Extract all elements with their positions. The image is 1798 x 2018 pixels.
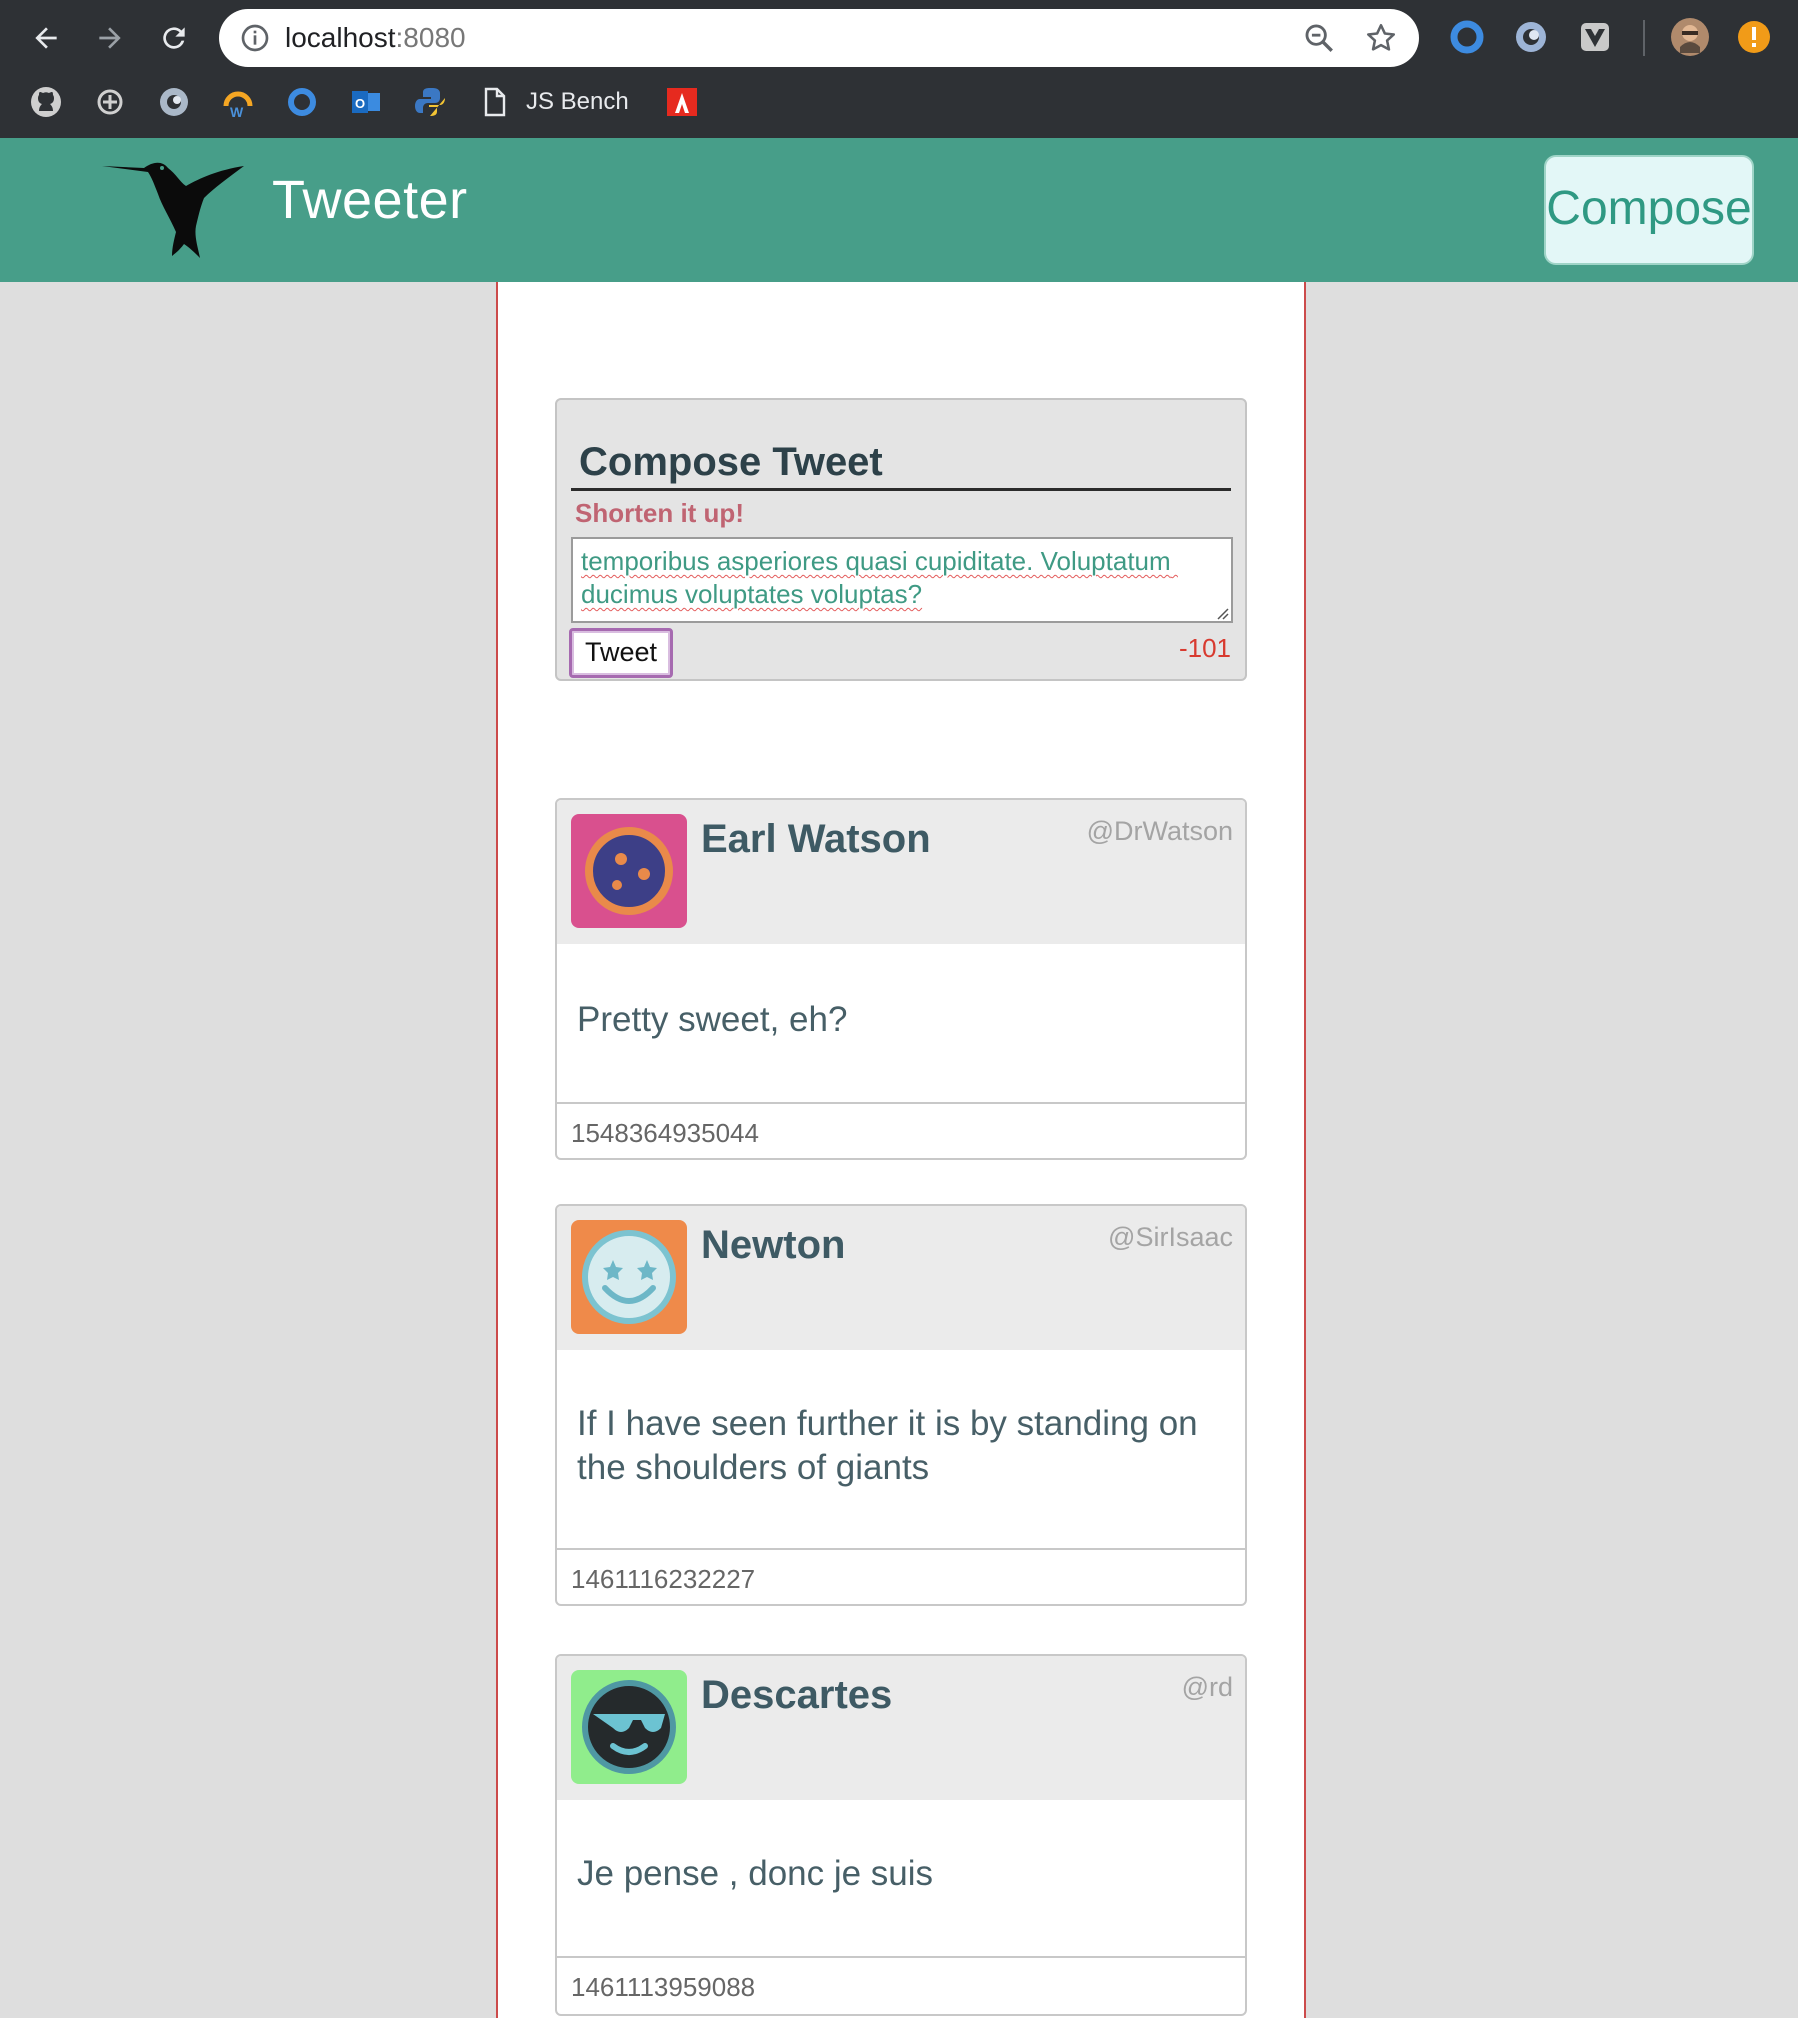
tweet-author-name: Descartes xyxy=(701,1673,893,1717)
blue-ring-bookmark-icon[interactable] xyxy=(284,84,320,120)
back-arrow-icon xyxy=(35,27,57,49)
url-port: :8080 xyxy=(395,22,466,53)
tweet-text: Pretty sweet, eh? xyxy=(577,1000,848,1039)
url-text[interactable]: localhost:8080 xyxy=(285,22,466,54)
back-button[interactable] xyxy=(22,14,70,62)
extension-vuejs-icon[interactable] xyxy=(1575,17,1615,57)
github-bookmark-icon[interactable] xyxy=(28,84,64,120)
compose-tweet-form: Compose Tweet Shorten it up! temporibus … xyxy=(555,398,1247,681)
svg-text:O: O xyxy=(355,96,365,111)
purple-face-avatar-icon xyxy=(571,814,687,928)
toolbar-divider xyxy=(1643,20,1645,56)
tweet-card: Earl Watson @DrWatson Pretty sweet, eh? … xyxy=(555,798,1247,1160)
bookmark-star-icon[interactable] xyxy=(1364,21,1398,55)
forward-button[interactable] xyxy=(86,14,134,62)
reload-icon xyxy=(163,27,185,49)
tweet-author-handle: @rd xyxy=(1181,1672,1233,1702)
resize-grip-icon[interactable] xyxy=(1213,604,1229,620)
tweet-header: Newton @SirIsaac xyxy=(557,1206,1245,1350)
main-column: Compose Tweet Shorten it up! temporibus … xyxy=(496,282,1306,2018)
bookmark-js-bench[interactable]: JS Bench xyxy=(526,84,629,120)
tweet-author-name: Newton xyxy=(701,1223,846,1267)
tweet-textarea[interactable]: temporibus asperiores quasi cupiditate. … xyxy=(571,537,1233,623)
tweet-footer: 1461113959088 xyxy=(557,1956,1245,2012)
zoom-icon[interactable] xyxy=(1302,21,1336,55)
address-bar[interactable]: localhost:8080 xyxy=(219,9,1419,67)
extension-swirl-icon[interactable] xyxy=(1511,17,1551,57)
tweet-submit-button[interactable]: Tweet xyxy=(569,628,673,678)
tweet-author-name: Earl Watson xyxy=(701,817,931,861)
tweet-header: Descartes @rd xyxy=(557,1656,1245,1800)
profile-avatar-icon[interactable] xyxy=(1670,17,1710,57)
swirl-bookmark-icon[interactable] xyxy=(156,84,192,120)
tweet-footer: 1548364935044 xyxy=(557,1102,1245,1158)
tweet-timestamp: 1548364935044 xyxy=(571,1118,759,1148)
tweet-footer: 1461116232227 xyxy=(557,1548,1245,1604)
wiki-bookmark-icon[interactable]: W xyxy=(220,84,256,120)
info-icon[interactable] xyxy=(239,22,271,54)
star-eyes-avatar-icon xyxy=(571,1220,687,1334)
tweet-card: Newton @SirIsaac If I have seen further … xyxy=(555,1204,1247,1606)
reload-button[interactable] xyxy=(150,14,198,62)
alert-badge-icon[interactable] xyxy=(1734,17,1774,57)
adobe-bookmark-icon[interactable] xyxy=(664,84,700,120)
tweet-timestamp: 1461116232227 xyxy=(571,1564,756,1594)
app-header: Tweeter Compose xyxy=(0,138,1798,282)
tweet-timestamp: 1461113959088 xyxy=(571,1972,756,2002)
tweet-card: Descartes @rd Je pense , donc je suis 14… xyxy=(555,1654,1247,2016)
forward-arrow-icon xyxy=(99,27,121,49)
sunglasses-avatar-icon xyxy=(571,1670,687,1784)
tweet-author-handle: @DrWatson xyxy=(1086,816,1233,846)
compose-title: Compose Tweet xyxy=(579,440,883,484)
compose-button[interactable]: Compose xyxy=(1544,155,1754,265)
outlook-bookmark-icon[interactable]: O xyxy=(348,84,384,120)
crosshair-bookmark-icon[interactable] xyxy=(92,84,128,120)
tweet-text: Je pense , donc je suis xyxy=(577,1854,934,1893)
hummingbird-logo-icon xyxy=(102,162,244,258)
svg-text:W: W xyxy=(230,104,244,120)
char-counter: -101 xyxy=(1178,633,1231,663)
extension-blue-ring-icon[interactable] xyxy=(1447,17,1487,57)
error-message: Shorten it up! xyxy=(575,498,744,528)
browser-chrome: localhost:8080 W O JS Bench xyxy=(0,0,1798,138)
compose-divider xyxy=(571,488,1231,491)
app-title: Tweeter xyxy=(272,170,468,230)
python-bookmark-icon[interactable] xyxy=(412,84,448,120)
tweet-text: If I have seen further it is by standing… xyxy=(577,1404,1198,1487)
tweet-author-handle: @SirIsaac xyxy=(1108,1222,1233,1252)
tweet-header: Earl Watson @DrWatson xyxy=(557,800,1245,944)
page-bookmark-icon[interactable] xyxy=(476,84,512,120)
url-host: localhost xyxy=(285,22,396,53)
